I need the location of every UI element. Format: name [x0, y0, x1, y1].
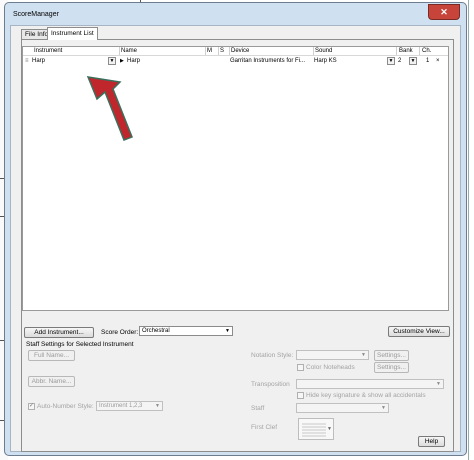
color-settings-button[interactable]: Settings...: [374, 362, 409, 373]
add-instrument-button[interactable]: Add Instrument...: [24, 327, 94, 338]
auto-number-select[interactable]: Instrument 1,2,3 ▼: [96, 401, 163, 411]
tab-label: Instrument List: [51, 30, 94, 37]
notation-settings-label: Settings...: [377, 352, 406, 359]
checkmark-icon: ✓: [29, 403, 35, 409]
background-line: [468, 0, 469, 460]
row-sound[interactable]: Harp KS: [314, 57, 337, 65]
chevron-down-icon: ▼: [436, 381, 441, 387]
drag-handle-icon[interactable]: ≡: [25, 57, 29, 65]
column-divider[interactable]: [419, 47, 420, 55]
close-icon: ✕: [440, 7, 448, 17]
column-header-channel[interactable]: Ch.: [422, 47, 431, 55]
close-button[interactable]: ✕: [428, 4, 460, 20]
customize-view-button[interactable]: Customize View...: [388, 326, 450, 337]
first-clef-picker[interactable]: ▼: [298, 418, 334, 440]
hide-key-signature-checkbox[interactable]: [297, 392, 304, 399]
header-divider: [23, 55, 448, 56]
help-button[interactable]: Help: [418, 436, 445, 447]
full-name-label: Full Name...: [33, 352, 70, 359]
column-header-bank[interactable]: Bank: [399, 47, 413, 55]
instrument-list-panel: Instrument Name M S Device Sound Bank Ch…: [21, 39, 454, 452]
sound-dropdown[interactable]: ▼: [387, 57, 395, 65]
tab-instrument-list[interactable]: Instrument List: [47, 27, 98, 40]
column-header-sound[interactable]: Sound: [315, 47, 332, 55]
chevron-down-icon: ▼: [388, 58, 394, 64]
score-order-label: Score Order:: [101, 329, 139, 336]
delete-row-icon[interactable]: ×: [436, 57, 440, 65]
dialog-client: File Info Instrument List Instrument Nam…: [10, 25, 461, 452]
full-name-button[interactable]: Full Name...: [28, 350, 75, 361]
chevron-down-icon: ▼: [225, 328, 230, 334]
column-header-m[interactable]: M: [207, 47, 212, 55]
column-header-name[interactable]: Name: [121, 47, 137, 55]
column-divider[interactable]: [205, 47, 206, 55]
chevron-down-icon: ▼: [327, 426, 332, 432]
column-header-instrument[interactable]: Instrument: [34, 47, 62, 55]
color-noteheads-checkbox[interactable]: [297, 364, 304, 371]
bank-dropdown[interactable]: ▼: [409, 57, 417, 65]
chevron-down-icon: ▼: [381, 405, 386, 411]
column-divider[interactable]: [218, 47, 219, 55]
column-divider[interactable]: [119, 47, 120, 55]
score-order-value: Orchestral: [142, 328, 170, 334]
notation-settings-button[interactable]: Settings...: [374, 350, 409, 361]
staff-select[interactable]: ▼: [296, 403, 389, 413]
notation-style-label: Notation Style:: [251, 352, 294, 359]
column-divider[interactable]: [313, 47, 314, 55]
column-divider[interactable]: [229, 47, 230, 55]
help-label: Help: [424, 438, 439, 445]
play-icon[interactable]: ▶: [120, 57, 124, 65]
tab-label: File Info: [25, 31, 49, 38]
abbr-name-button[interactable]: Abbr. Name...: [28, 376, 75, 387]
staff-label: Staff: [251, 405, 265, 412]
score-manager-window: ScoreManager ✕ File Info Instrument List…: [4, 2, 467, 456]
add-instrument-label: Add Instrument...: [34, 329, 84, 336]
row-instrument[interactable]: Harp: [32, 57, 45, 65]
row-bank[interactable]: 2: [398, 57, 401, 65]
row-name[interactable]: Harp: [127, 57, 140, 65]
first-clef-label: First Clef: [251, 424, 277, 431]
instrument-grid: Instrument Name M S Device Sound Bank Ch…: [22, 46, 449, 311]
abbr-name-label: Abbr. Name...: [31, 378, 72, 385]
staff-settings-group-label: Staff Settings for Selected Instrument: [26, 341, 134, 348]
customize-view-label: Customize View...: [393, 328, 445, 335]
auto-number-value: Instrument 1,2,3: [99, 403, 143, 409]
window-title: ScoreManager: [13, 11, 59, 18]
instrument-dropdown[interactable]: ▼: [108, 57, 116, 65]
column-header-device[interactable]: Device: [231, 47, 249, 55]
chevron-down-icon: ▼: [109, 58, 115, 64]
row-device[interactable]: Garritan Instruments for Fi...: [230, 57, 310, 65]
transposition-select[interactable]: ▼: [296, 379, 444, 389]
transposition-label: Transposition: [251, 381, 290, 388]
hide-key-signature-label: Hide key signature & show all accidental…: [306, 392, 426, 399]
color-noteheads-label: Color Noteheads: [306, 364, 355, 371]
chevron-down-icon: ▼: [361, 352, 366, 358]
chevron-down-icon: ▼: [410, 58, 416, 64]
row-channel[interactable]: 1: [426, 57, 429, 65]
notation-style-select[interactable]: ▼: [296, 350, 369, 360]
column-divider[interactable]: [396, 47, 397, 55]
score-order-select[interactable]: Orchestral ▼: [139, 326, 233, 336]
title-bar[interactable]: ScoreManager ✕: [5, 3, 466, 25]
chevron-down-icon: ▼: [155, 403, 160, 409]
auto-number-checkbox[interactable]: ✓: [28, 403, 35, 410]
annotation-arrow-icon: [86, 76, 133, 141]
staff-lines-icon: [302, 423, 326, 437]
auto-number-label: Auto-Number Style:: [37, 403, 94, 410]
color-settings-label: Settings...: [377, 364, 406, 371]
column-header-s[interactable]: S: [220, 47, 224, 55]
